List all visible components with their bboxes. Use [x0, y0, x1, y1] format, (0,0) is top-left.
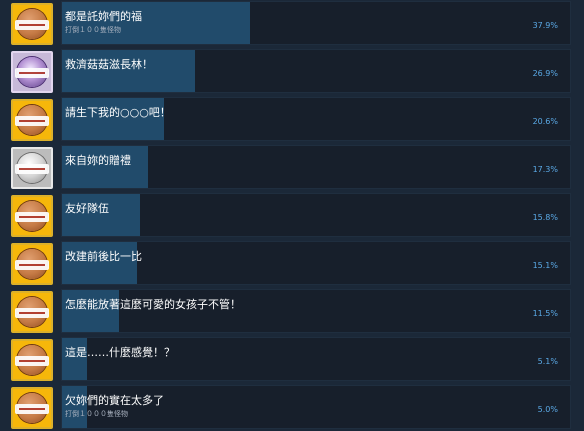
achievement-panel: 改建前後比一比 15.1% [61, 241, 571, 285]
achievement-title: 怎麼能放著這麼可愛的女孩子不管！ [65, 298, 241, 311]
achievement-title: 改建前後比一比 [65, 250, 142, 263]
achievement-panel: 都是託妳們的福 打倒１００隻怪物 37.9% [61, 1, 571, 45]
unlock-percentage: 17.3% [532, 165, 558, 174]
bronze-medal-icon [11, 243, 53, 285]
unlock-percentage: 37.9% [532, 21, 558, 30]
achievement-row[interactable]: 友好隊伍 15.8% [0, 192, 584, 239]
progress-bar [62, 290, 120, 332]
progress-bar [62, 146, 148, 188]
progress-bar [62, 98, 165, 140]
bronze-medal-icon [11, 195, 53, 237]
achievement-row[interactable]: 救濟菇菇滋長林！ 26.9% [0, 48, 584, 95]
achievement-title: 這是……什麼感覺！？ [65, 346, 175, 359]
achievement-panel: 怎麼能放著這麼可愛的女孩子不管！ 11.5% [61, 289, 571, 333]
unlock-percentage: 5.0% [537, 405, 558, 414]
progress-bar [62, 2, 250, 44]
bronze-medal-icon [11, 3, 53, 45]
achievement-row[interactable]: 來自妳的贈禮 17.3% [0, 144, 584, 191]
achievement-title: 欠妳們的實在太多了 [65, 394, 164, 407]
achievement-list: 都是託妳們的福 打倒１００隻怪物 37.9% 救濟菇菇滋長林！ 26.9% 請生… [0, 0, 584, 430]
unlock-percentage: 15.8% [532, 213, 558, 222]
bronze-medal-icon [11, 339, 53, 381]
achievement-row[interactable]: 怎麼能放著這麼可愛的女孩子不管！ 11.5% [0, 288, 584, 335]
achievement-title: 救濟菇菇滋長林！ [65, 58, 153, 71]
silver-medal-icon [11, 147, 53, 189]
bronze-medal-icon [11, 387, 53, 429]
achievement-panel: 這是……什麼感覺！？ 5.1% [61, 337, 571, 381]
achievement-title: 都是託妳們的福 [65, 10, 142, 23]
achievement-description: 打倒１０００隻怪物 [65, 410, 128, 418]
unlock-percentage: 26.9% [532, 69, 558, 78]
achievement-panel: 欠妳們的實在太多了 打倒１０００隻怪物 5.0% [61, 385, 571, 429]
achievement-row[interactable]: 請生下我的○○○吧！ 20.6% [0, 96, 584, 143]
achievement-panel: 來自妳的贈禮 17.3% [61, 145, 571, 189]
bronze-medal-icon [11, 291, 53, 333]
achievement-panel: 請生下我的○○○吧！ 20.6% [61, 97, 571, 141]
achievement-row[interactable]: 這是……什麼感覺！？ 5.1% [0, 336, 584, 383]
progress-bar [62, 242, 137, 284]
progress-bar [62, 50, 196, 92]
achievement-panel: 救濟菇菇滋長林！ 26.9% [61, 49, 571, 93]
bronze-medal-icon [11, 99, 53, 141]
progress-bar [62, 338, 88, 380]
achievement-panel: 友好隊伍 15.8% [61, 193, 571, 237]
unlock-percentage: 11.5% [532, 309, 558, 318]
progress-bar [62, 386, 87, 428]
achievement-row[interactable]: 欠妳們的實在太多了 打倒１０００隻怪物 5.0% [0, 384, 584, 431]
achievement-description: 打倒１００隻怪物 [65, 26, 121, 34]
achievement-row[interactable]: 改建前後比一比 15.1% [0, 240, 584, 287]
unlock-percentage: 5.1% [537, 357, 558, 366]
unlock-percentage: 20.6% [532, 117, 558, 126]
progress-bar [62, 194, 141, 236]
achievement-row[interactable]: 都是託妳們的福 打倒１００隻怪物 37.9% [0, 0, 584, 47]
achievement-title: 來自妳的贈禮 [65, 154, 131, 167]
achievement-title: 請生下我的○○○吧！ [65, 106, 171, 119]
unlock-percentage: 15.1% [532, 261, 558, 270]
achievement-title: 友好隊伍 [65, 202, 109, 215]
purple-character-medal-icon [11, 51, 53, 93]
